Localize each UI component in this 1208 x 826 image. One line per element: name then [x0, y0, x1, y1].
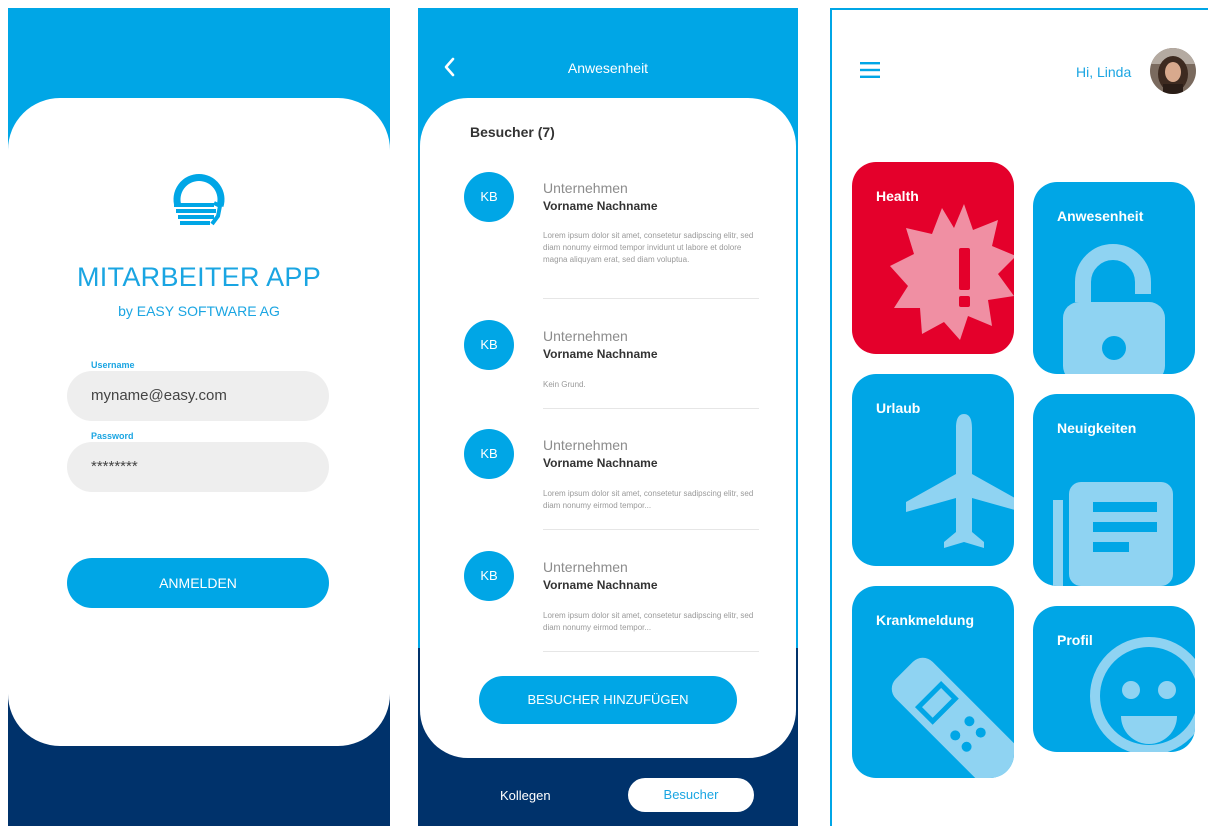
page-title: Anwesenheit: [567, 60, 649, 76]
tile-label: Urlaub: [876, 400, 921, 416]
tile-label: Anwesenheit: [1057, 208, 1144, 224]
divider: [543, 529, 759, 530]
greeting: Hi, Linda: [1076, 64, 1132, 80]
tile-health[interactable]: Health: [852, 162, 1014, 354]
avatar: KB: [464, 172, 514, 222]
dashboard-screen: Hi, Linda Health Anwesenheit Urlaub Neui…: [830, 8, 1208, 826]
visitor-note: Kein Grund.: [543, 380, 586, 389]
divider: [543, 298, 759, 299]
tile-vacation[interactable]: Urlaub: [852, 374, 1014, 566]
password-label: Password: [91, 431, 134, 441]
section-title: Besucher (7): [470, 124, 555, 140]
app-title: MITARBEITER APP: [76, 262, 322, 292]
tab-colleagues[interactable]: Kollegen: [500, 788, 551, 803]
tile-label: Neuigkeiten: [1057, 420, 1137, 436]
tile-profile[interactable]: Profil: [1033, 606, 1195, 752]
visitor-company: Unternehmen: [543, 180, 628, 196]
divider: [543, 408, 759, 409]
tile-label: Profil: [1057, 632, 1093, 648]
avatar: KB: [464, 320, 514, 370]
smiley-icon: [1090, 637, 1195, 752]
add-visitor-button[interactable]: BESUCHER HINZUFÜGEN: [479, 676, 737, 724]
app-subtitle: by EASY SOFTWARE AG: [118, 303, 280, 319]
password-field[interactable]: ********: [67, 442, 329, 492]
visitor-name: Vorname Nachname: [543, 199, 658, 213]
visitor-company: Unternehmen: [543, 437, 628, 453]
tile-label: Health: [876, 188, 919, 204]
tile-label: Krankmeldung: [876, 612, 975, 628]
login-button[interactable]: ANMELDEN: [67, 558, 329, 608]
easy-logo-icon: [173, 173, 225, 226]
visitor-company: Unternehmen: [543, 559, 628, 575]
visitor-note: Lorem ipsum dolor sit amet, consetetur s…: [543, 611, 754, 632]
username-field[interactable]: myname@easy.com: [67, 371, 329, 421]
username-label: Username: [91, 360, 135, 370]
tile-sick-note[interactable]: Krankmeldung: [852, 586, 1014, 778]
visitor-company: Unternehmen: [543, 328, 628, 344]
tab-visitors[interactable]: Besucher: [628, 778, 754, 812]
user-avatar[interactable]: [1150, 48, 1196, 94]
divider: [543, 651, 759, 652]
tile-news[interactable]: Neuigkeiten: [1033, 394, 1195, 586]
visitor-name: Vorname Nachname: [543, 347, 658, 361]
avatar: KB: [464, 551, 514, 601]
visitor-name: Vorname Nachname: [543, 578, 658, 592]
login-screen: MITARBEITER APP by EASY SOFTWARE AG User…: [8, 8, 390, 826]
visitor-note: Lorem ipsum dolor sit amet, consetetur s…: [543, 231, 754, 264]
visitor-note: Lorem ipsum dolor sit amet, consetetur s…: [543, 489, 754, 510]
attendance-screen: Anwesenheit Besucher (7) KB Unternehmen …: [418, 8, 798, 826]
tile-attendance[interactable]: Anwesenheit: [1033, 182, 1195, 374]
hamburger-menu-icon[interactable]: [860, 62, 880, 78]
visitor-name: Vorname Nachname: [543, 456, 658, 470]
avatar: KB: [464, 429, 514, 479]
